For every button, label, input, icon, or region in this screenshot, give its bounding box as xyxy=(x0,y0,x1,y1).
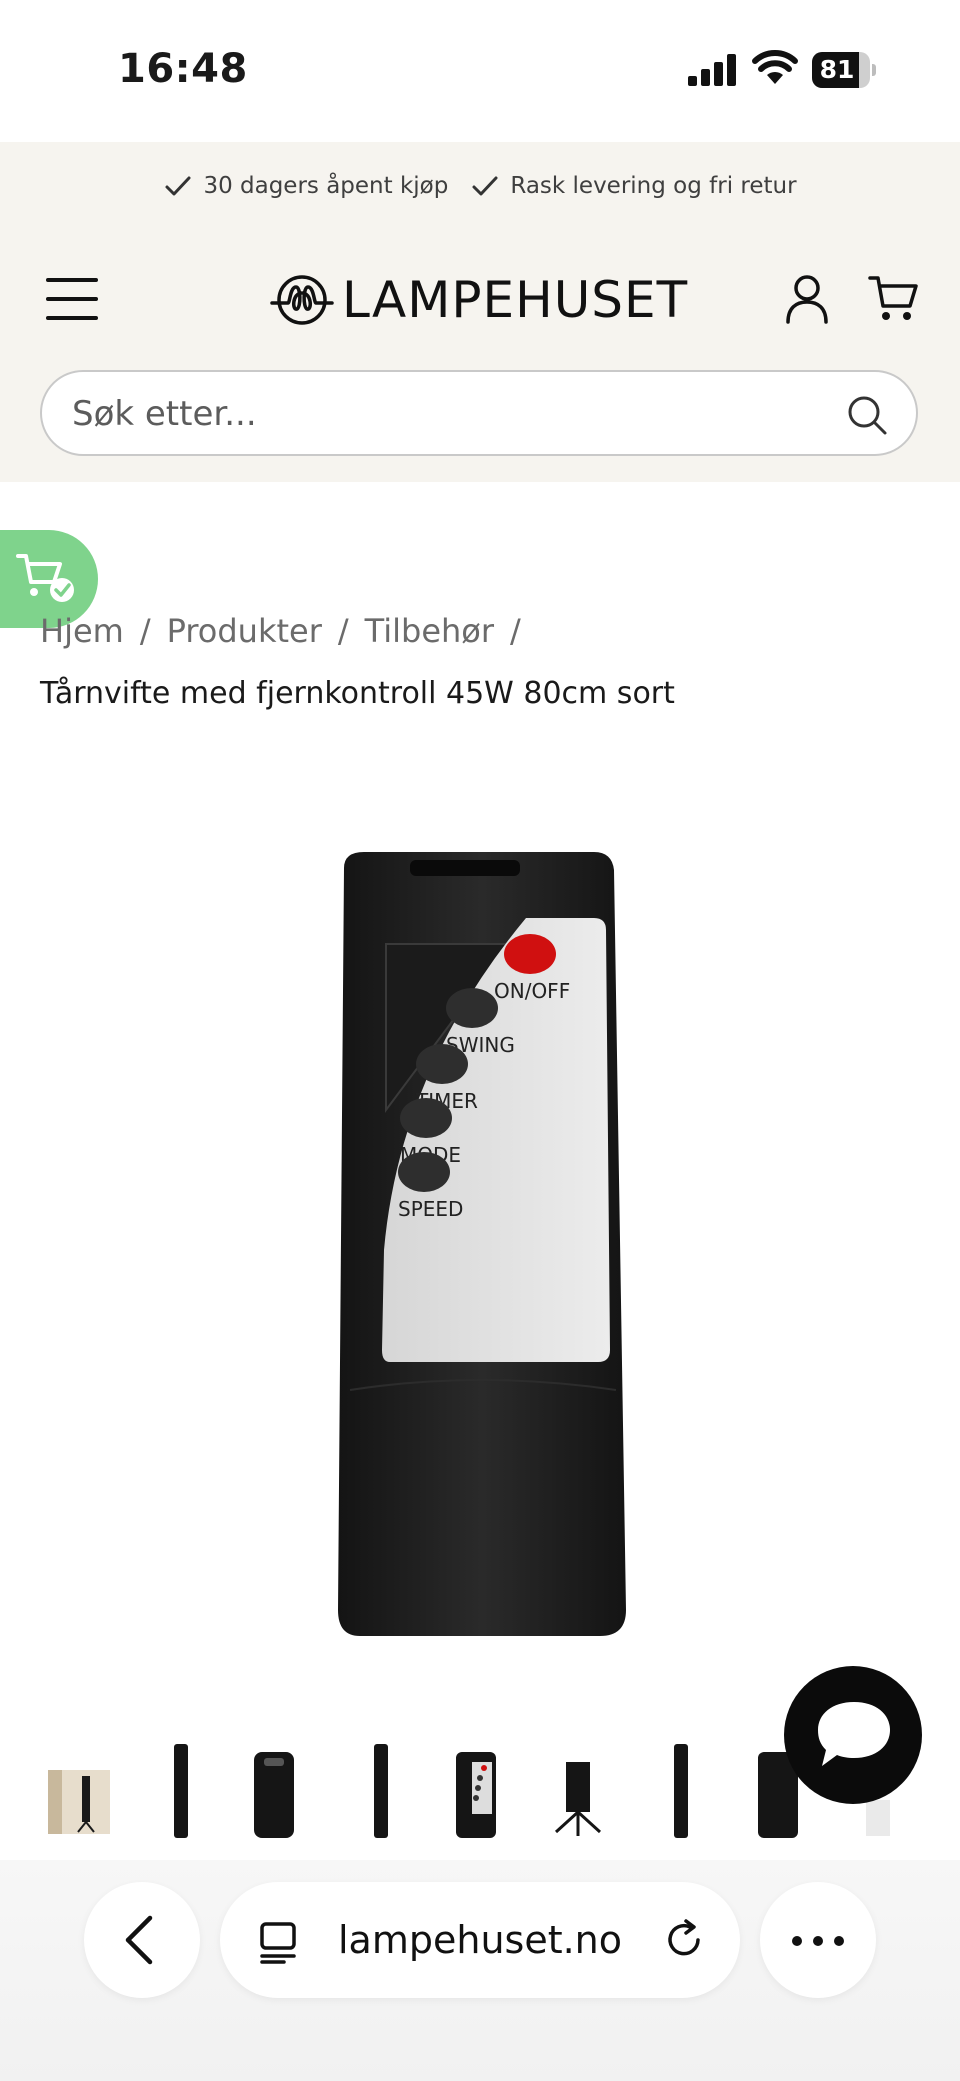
usp-label: 30 dagers åpent kjøp xyxy=(203,173,449,199)
checkmark-icon xyxy=(165,176,191,196)
usp-bar: 30 dagers åpent kjøp Rask levering og fr… xyxy=(0,166,960,206)
checkmark-icon xyxy=(472,176,498,196)
back-button[interactable] xyxy=(84,1882,200,1998)
thumbnail-3[interactable] xyxy=(252,1740,296,1840)
breadcrumb-accessories[interactable]: Tilbehør xyxy=(365,612,494,650)
chat-button[interactable] xyxy=(784,1666,922,1804)
cart-icon[interactable] xyxy=(868,272,920,324)
search-placeholder: Søk etter... xyxy=(72,394,257,434)
battery-icon: 81 xyxy=(812,52,876,88)
breadcrumb-products[interactable]: Produkter xyxy=(167,612,322,650)
url-text: lampehuset.no xyxy=(338,1918,623,1962)
address-bar[interactable]: lampehuset.no xyxy=(220,1882,740,1998)
thumbnail-7[interactable] xyxy=(666,1740,696,1840)
search-icon[interactable] xyxy=(846,394,888,436)
battery-level: 81 xyxy=(819,55,855,84)
thumbnail-5[interactable] xyxy=(454,1740,498,1840)
remote-button-label: SPEED xyxy=(398,1197,463,1221)
more-options-button[interactable] xyxy=(760,1882,876,1998)
cart-check-icon xyxy=(16,554,74,602)
remote-button-swing xyxy=(446,988,498,1028)
remote-button-speed xyxy=(398,1152,450,1192)
chat-bubble-icon xyxy=(818,1702,890,1766)
product-image[interactable]: ON/OFFSWINGTIMERMODESPEED xyxy=(330,850,630,1640)
thumbnail-2[interactable] xyxy=(166,1740,196,1840)
wifi-icon xyxy=(752,50,798,84)
tab-overview-icon[interactable] xyxy=(258,1920,302,1964)
usp-item: 30 dagers åpent kjøp xyxy=(163,171,448,201)
breadcrumb-separator: / xyxy=(337,612,349,650)
usp-item: Rask levering og fri retur xyxy=(470,171,797,201)
breadcrumb: Hjem / Produkter / Tilbehør / xyxy=(40,612,537,650)
menu-button[interactable] xyxy=(46,274,100,324)
thumbnail-6[interactable] xyxy=(548,1740,608,1840)
remote-button-timer xyxy=(416,1044,468,1084)
breadcrumb-separator: / xyxy=(510,612,521,650)
product-title: Tårnvifte med fjernkontroll 45W 80cm sor… xyxy=(40,676,675,711)
logo-text: LAMPEHUSET xyxy=(342,271,689,329)
cellular-signal-icon xyxy=(688,54,736,86)
remote-button-mode xyxy=(400,1098,452,1138)
more-dots-icon xyxy=(792,1936,802,1946)
remote-button-label: ON/OFF xyxy=(494,979,570,1003)
status-bar: 16:48 81 xyxy=(0,0,960,142)
remote-button-on-off xyxy=(504,934,556,974)
thumbnail-1[interactable] xyxy=(48,1740,110,1840)
breadcrumb-home[interactable]: Hjem xyxy=(40,612,124,650)
search-input[interactable]: Søk etter... xyxy=(40,370,918,456)
thumbnail-4[interactable] xyxy=(366,1740,396,1840)
status-time: 16:48 xyxy=(118,46,248,92)
site-header: 30 dagers åpent kjøp Rask levering og fr… xyxy=(0,142,960,482)
chevron-left-icon xyxy=(125,1915,153,1965)
site-logo[interactable]: LAMPEHUSET xyxy=(270,270,688,330)
usp-label: Rask levering og fri retur xyxy=(510,173,797,199)
account-icon[interactable] xyxy=(784,274,830,324)
reload-icon[interactable] xyxy=(662,1918,706,1962)
hamburger-icon xyxy=(46,278,98,282)
breadcrumb-separator: / xyxy=(139,612,151,650)
browser-toolbar: lampehuset.no xyxy=(0,1860,960,2081)
lampehuset-logo-mark xyxy=(270,275,334,325)
